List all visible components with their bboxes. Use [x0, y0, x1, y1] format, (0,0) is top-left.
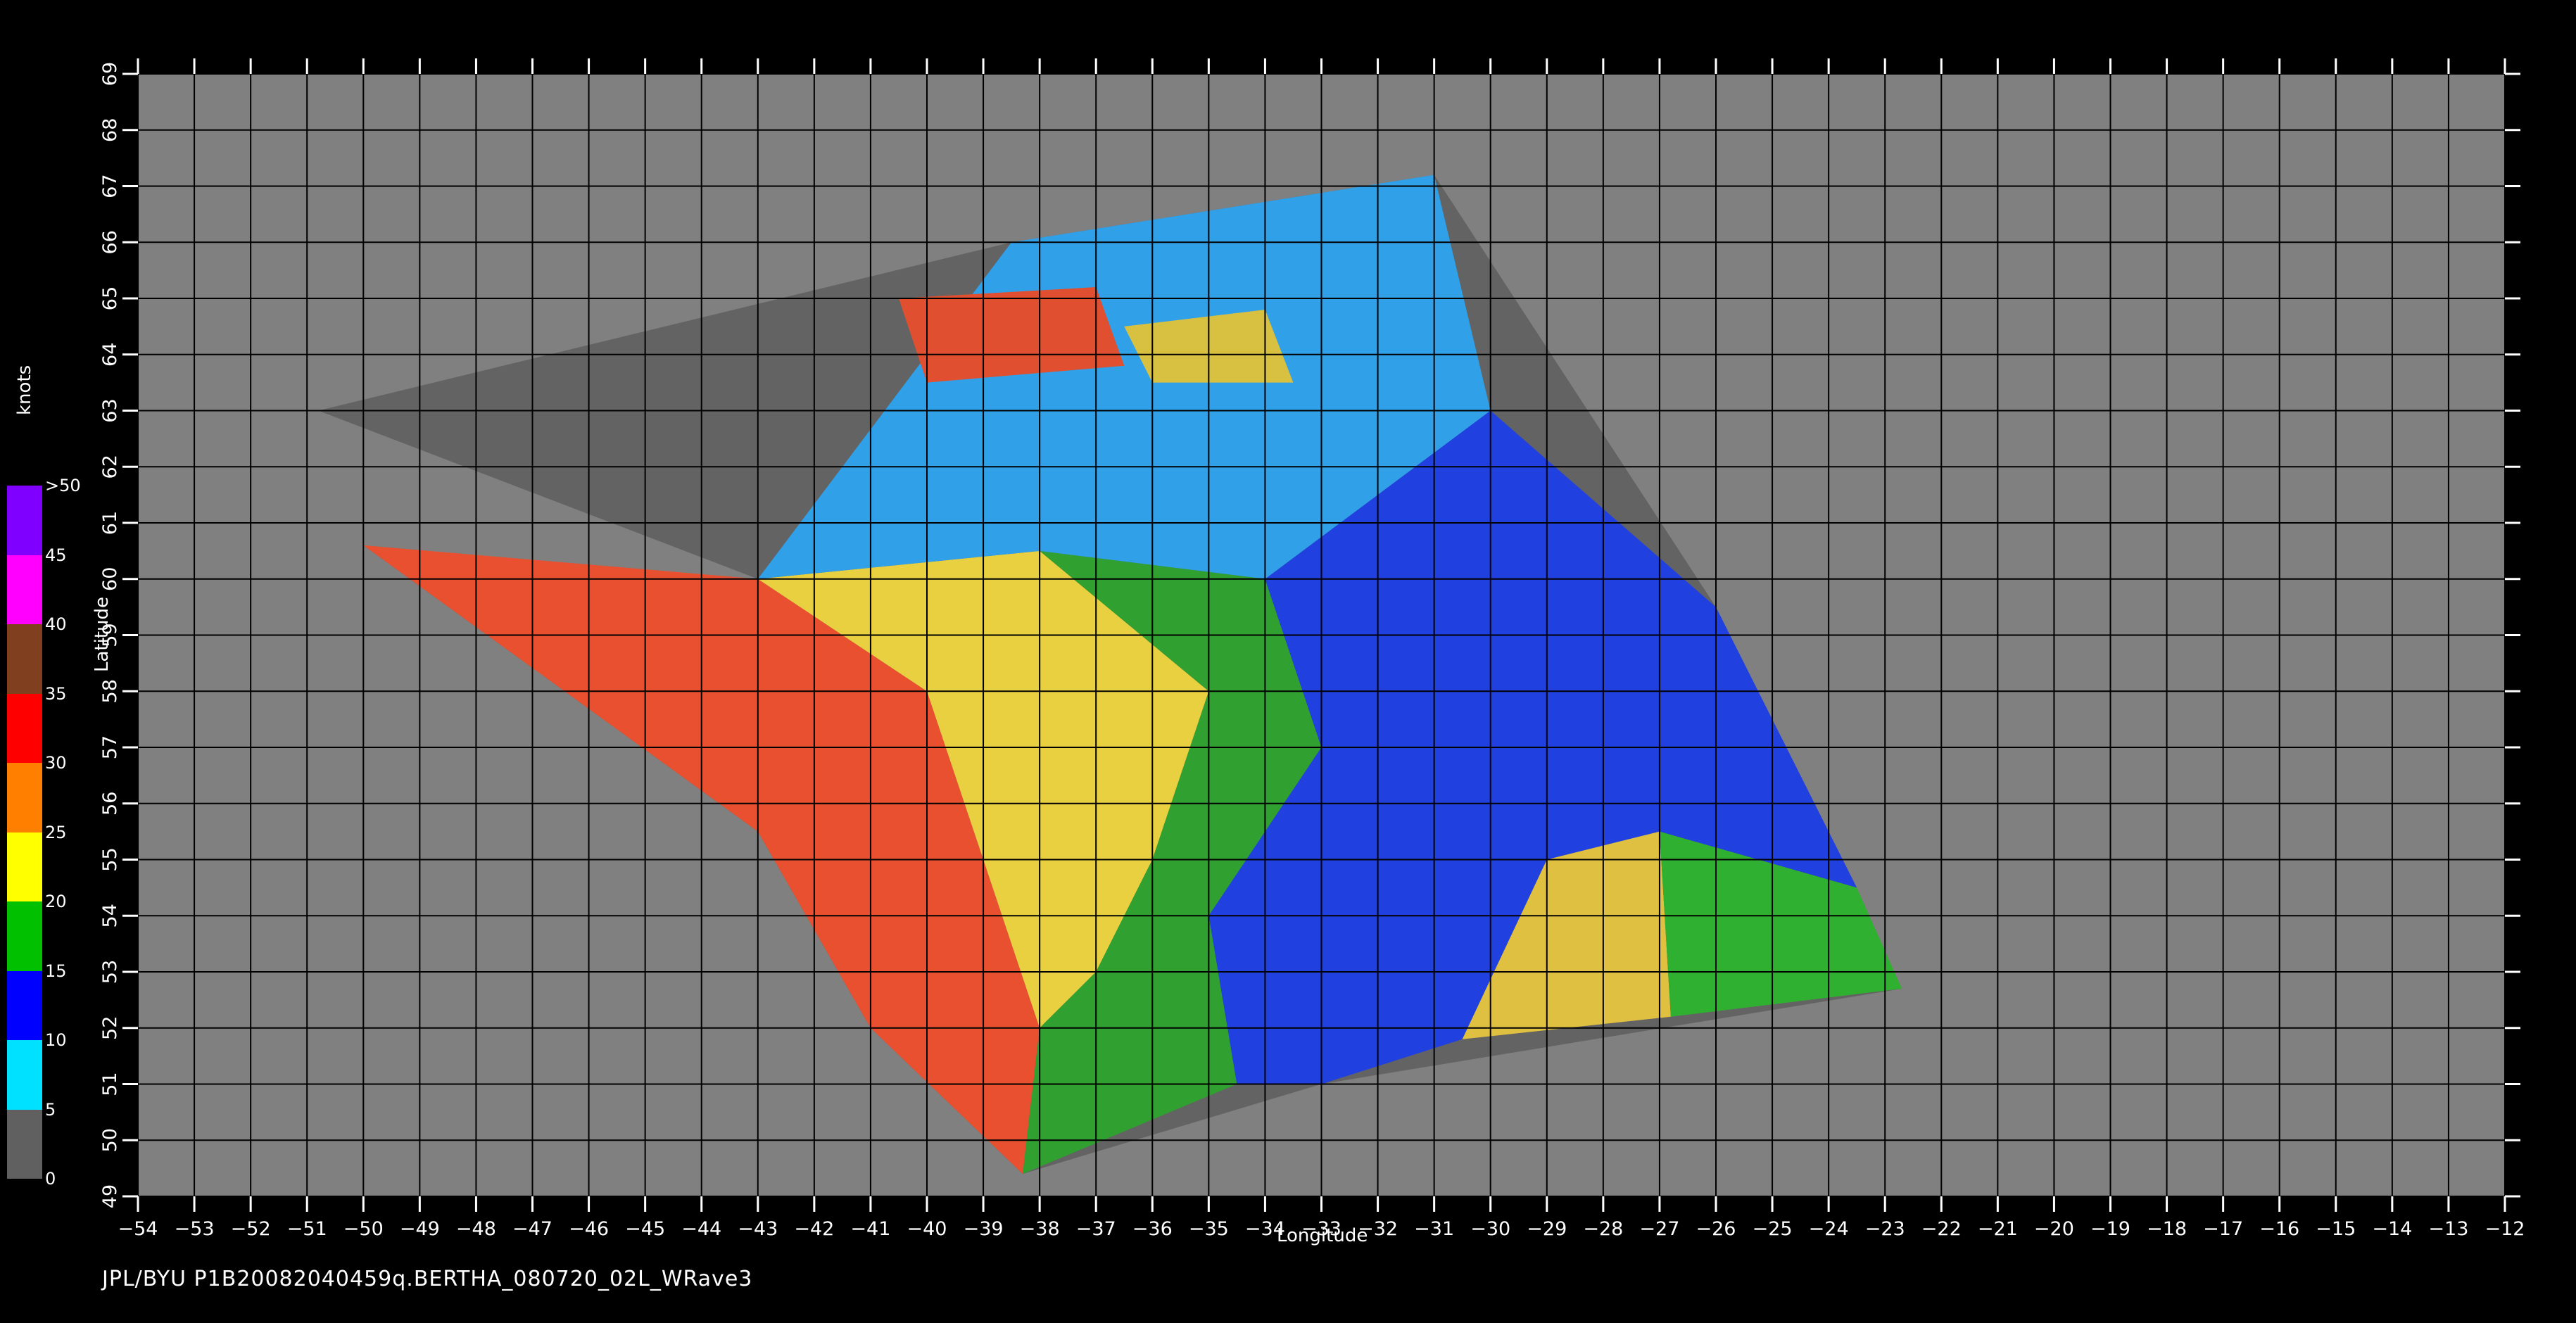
x-tick-label: −45	[625, 1218, 665, 1240]
y-tick-label: 68	[99, 118, 121, 142]
x-tick-label: −22	[1921, 1218, 1962, 1240]
x-tick-label: −21	[1978, 1218, 2018, 1240]
y-tick-label: 64	[99, 343, 121, 367]
x-tick-label: −25	[1753, 1218, 1793, 1240]
x-tick-label: −27	[1639, 1218, 1679, 1240]
x-tick-label: −35	[1189, 1218, 1229, 1240]
x-tick-label: −50	[343, 1218, 384, 1240]
colorbar-tick-label: 15	[45, 961, 67, 981]
y-tick-label: 63	[99, 398, 121, 422]
y-tick-label: 52	[99, 1016, 121, 1040]
colorbar-segment	[7, 486, 42, 555]
y-tick-label: 54	[99, 904, 121, 928]
x-tick-label: −24	[1809, 1218, 1849, 1240]
colorbar-tick-label: 25	[45, 822, 67, 842]
colorbar-tick-label: 0	[45, 1169, 56, 1189]
x-tick-label: −52	[231, 1218, 271, 1240]
colorbar-segment	[7, 832, 42, 901]
y-tick-label: 69	[99, 62, 121, 86]
x-tick-label: −19	[2090, 1218, 2130, 1240]
wind-map: −54 −53 −52 −51 −50 −49 −48 −47 −46 −45 −44 −43 −42−…	[99, 58, 2525, 1240]
colorbar-segment	[7, 1040, 42, 1110]
colorbar-tick-label: 35	[45, 683, 67, 704]
y-tick-label: 65	[99, 286, 121, 310]
x-tick-label: −36	[1132, 1218, 1173, 1240]
x-tick-label: −15	[2316, 1218, 2356, 1240]
colorbar-tick-label: 40	[45, 614, 67, 634]
x-tick-label: −13	[2428, 1218, 2468, 1240]
x-tick-label: −31	[1414, 1218, 1454, 1240]
x-tick-label: −23	[1865, 1218, 1905, 1240]
colorbar-segment	[7, 693, 42, 763]
x-tick-label: −29	[1527, 1218, 1567, 1240]
y-tick-label: 49	[99, 1184, 121, 1208]
y-tick-label: 66	[99, 230, 121, 254]
wind-region-north-red	[899, 287, 1125, 383]
x-tick-label: −26	[1696, 1218, 1736, 1240]
colorbar-tick-label: 5	[45, 1099, 56, 1120]
y-tick-label: 60	[99, 567, 121, 591]
x-tick-label: −12	[2485, 1218, 2525, 1240]
x-tick-label: −49	[400, 1218, 440, 1240]
colorbar-units: knots	[14, 365, 35, 415]
colorbar-segment	[7, 763, 42, 833]
x-tick-label: −37	[1076, 1218, 1116, 1240]
colorbar-segment	[7, 555, 42, 624]
x-tick-label: −30	[1470, 1218, 1510, 1240]
colorbar-segment	[7, 970, 42, 1040]
x-tick-label: −28	[1583, 1218, 1623, 1240]
y-tick-label: 67	[99, 174, 121, 198]
colorbar-segment	[7, 901, 42, 971]
colorbar-segment	[7, 624, 42, 694]
x-tick-label: −44	[681, 1218, 721, 1240]
y-tick-label: 61	[99, 511, 121, 535]
y-tick-label: 62	[99, 455, 121, 479]
colorbar	[7, 486, 42, 1179]
x-tick-label: −14	[2372, 1218, 2412, 1240]
x-tick-label: −54	[118, 1218, 158, 1240]
x-tick-label: −46	[569, 1218, 609, 1240]
x-tick-label: −41	[850, 1218, 890, 1240]
x-tick-label: −18	[2147, 1218, 2187, 1240]
x-tick-label: −39	[964, 1218, 1004, 1240]
y-tick-label: 55	[99, 847, 121, 871]
y-tick-label: 58	[99, 679, 121, 703]
x-tick-label: −20	[2034, 1218, 2074, 1240]
x-tick-label: −47	[512, 1218, 553, 1240]
colorbar-tick-label: 30	[45, 753, 67, 773]
colorbar-tick-label: 45	[45, 545, 67, 565]
x-tick-label: −38	[1020, 1218, 1060, 1240]
y-tick-label: 53	[99, 960, 121, 984]
colorbar-segment	[7, 1109, 42, 1179]
x-tick-label: −40	[907, 1218, 947, 1240]
x-tick-label: −17	[2203, 1218, 2243, 1240]
y-tick-label: 57	[99, 735, 121, 759]
caption: JPL/BYU P1B20082040459q.BERTHA_080720_02…	[102, 1267, 753, 1291]
x-tick-label: −42	[794, 1218, 834, 1240]
y-tick-label: 50	[99, 1128, 121, 1152]
x-tick-label: −16	[2259, 1218, 2299, 1240]
x-tick-label: −48	[456, 1218, 496, 1240]
x-tick-label: −43	[738, 1218, 778, 1240]
x-axis-label: Longitude	[1277, 1225, 1368, 1246]
x-tick-label: −53	[175, 1218, 215, 1240]
y-tick-label: 56	[99, 792, 121, 816]
colorbar-tick-label: 20	[45, 892, 67, 911]
y-axis-label: Latitude	[91, 596, 113, 672]
colorbar-tick-label: >50	[45, 476, 81, 495]
y-tick-label: 51	[99, 1072, 121, 1096]
x-tick-label: −51	[287, 1218, 327, 1240]
colorbar-tick-label: 10	[45, 1030, 67, 1050]
